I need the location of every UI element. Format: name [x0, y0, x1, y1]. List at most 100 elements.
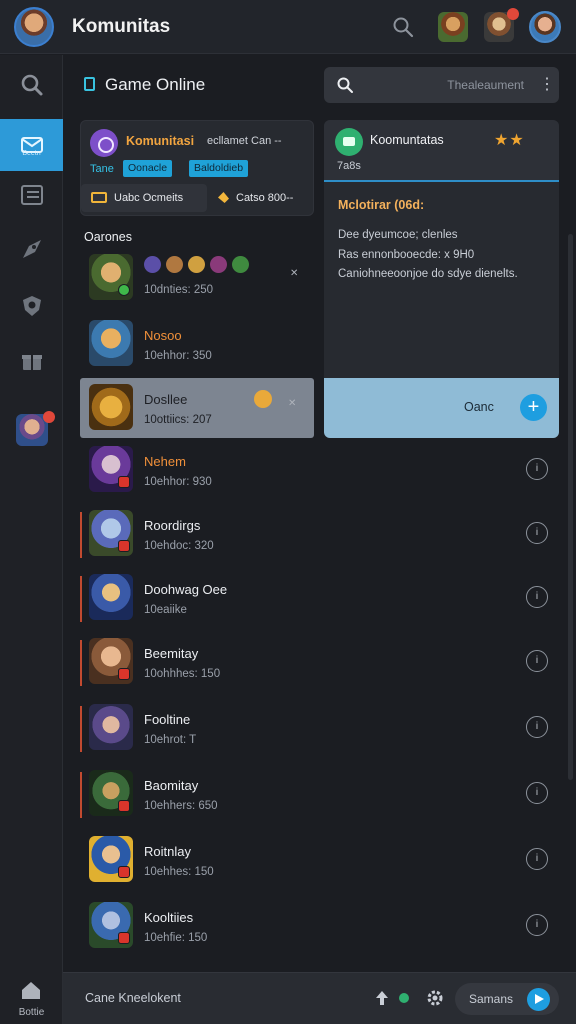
- community-chip-2[interactable]: Baldoldieb: [189, 160, 249, 177]
- game-name: Nehem: [144, 454, 186, 469]
- shield-icon: [22, 296, 41, 316]
- friend-avatar-1[interactable]: [438, 12, 468, 42]
- game-meta: 10dnties: 250: [144, 284, 214, 296]
- notification-badge: [507, 8, 519, 20]
- game-row-selected[interactable]: Dosllee ✕ 10ottiics: 207: [80, 378, 314, 438]
- game-name: Roitnlay: [144, 844, 191, 859]
- more-icon[interactable]: ⋮: [539, 75, 555, 95]
- profile-avatar[interactable]: [14, 7, 54, 47]
- community-button-1-label: Uabc Ocmeits: [114, 192, 184, 204]
- bottom-action-pill[interactable]: Samans: [455, 983, 559, 1015]
- game-name: Roordirgs: [144, 518, 201, 533]
- rail-explore[interactable]: [0, 223, 63, 275]
- status-badge: [118, 476, 130, 488]
- game-meta: 10eaiike: [144, 604, 187, 616]
- expand-icon[interactable]: ✕: [290, 268, 298, 279]
- info-icon[interactable]: i: [526, 458, 548, 480]
- game-thumbnail: [89, 704, 133, 750]
- rocket-icon: [22, 240, 41, 258]
- play-icon[interactable]: [527, 988, 550, 1011]
- detail-panel: Koomuntatas ★★ 7a8s Mclotirar (06d: Dee …: [324, 120, 559, 438]
- rail-guild[interactable]: [0, 280, 63, 332]
- home-icon[interactable]: [20, 979, 42, 1001]
- upload-icon[interactable]: [373, 989, 391, 1007]
- status-badge: [118, 866, 130, 878]
- game-row[interactable]: Fooltine 10ehrot: T i: [80, 698, 560, 758]
- expand-icon[interactable]: ✕: [288, 398, 296, 409]
- coin-icon: [254, 390, 272, 408]
- rail-search[interactable]: [0, 59, 63, 111]
- section-title: Game Online: [105, 75, 206, 94]
- gift-icon: [21, 355, 42, 370]
- search-icon: [21, 74, 42, 96]
- game-meta: 10ehhor: 930: [144, 476, 212, 488]
- online-icon: [399, 993, 409, 1003]
- list-icon: [20, 185, 43, 205]
- game-row[interactable]: Baomitay 10ehhers: 650 i: [80, 764, 560, 824]
- game-name: Baomitay: [144, 778, 199, 793]
- rail-messages[interactable]: [0, 119, 63, 171]
- community-button-1[interactable]: Uabc Ocmeits: [81, 184, 207, 212]
- join-button[interactable]: Oanc +: [324, 378, 559, 438]
- game-name: Kooltiies: [144, 910, 194, 925]
- game-name: Beemitay: [144, 646, 199, 661]
- game-name: Doohwag Oee: [144, 582, 228, 597]
- user-avatar[interactable]: [529, 11, 561, 43]
- game-meta: 10ottiics: 207: [144, 414, 212, 426]
- game-meta: 10ehfie: 150: [144, 932, 208, 944]
- game-row[interactable]: Doohwag Oee 10eaiike i: [80, 568, 560, 628]
- bottom-status-text: Cane Kneelokent: [85, 991, 181, 1005]
- row-accent: [80, 512, 82, 558]
- game-thumbnail: [89, 320, 133, 366]
- gear-icon[interactable]: [426, 989, 444, 1007]
- coin-icon: [218, 192, 229, 203]
- join-button-label: Oanc: [464, 400, 494, 414]
- scrollbar[interactable]: [568, 234, 573, 780]
- detail-line-3: Caniohneeoonjoe do sdye dienelts.: [338, 268, 518, 280]
- detail-title: Koomuntatas: [370, 133, 444, 147]
- friend-icons: [144, 256, 249, 273]
- community-title: Komunitasi: [126, 134, 195, 148]
- game-meta: 10ehhes: 150: [144, 866, 214, 878]
- search-input[interactable]: [364, 75, 524, 95]
- search-icon[interactable]: [392, 16, 414, 38]
- ticket-icon: [91, 192, 107, 203]
- detail-line-2: Ras ennonbooecde: x 9H0: [338, 249, 475, 261]
- community-button-2-label: Catso 800--: [236, 192, 294, 204]
- left-rail: Beetn Bottie: [0, 55, 63, 1024]
- bottom-bar: Cane Kneelokent Samans: [63, 972, 576, 1024]
- bottom-action-label: Samans: [469, 992, 514, 1006]
- game-row[interactable]: Beemitay 10ohhhes: 150 i: [80, 632, 560, 692]
- info-icon[interactable]: i: [526, 586, 548, 608]
- rail-rewards[interactable]: [0, 335, 63, 387]
- detail-header: Koomuntatas ★★ 7a8s: [324, 120, 559, 182]
- rail-active-label: Beetn: [22, 150, 41, 157]
- info-icon[interactable]: i: [526, 522, 548, 544]
- game-icon: [84, 77, 95, 91]
- community-button-2[interactable]: Catso 800--: [214, 184, 314, 212]
- info-icon[interactable]: i: [526, 848, 548, 870]
- info-icon[interactable]: i: [526, 650, 548, 672]
- info-icon[interactable]: i: [526, 716, 548, 738]
- game-meta: 10ehhers: 650: [144, 800, 218, 812]
- game-row[interactable]: Roitnlay 10ehhes: 150 i: [80, 830, 560, 890]
- game-row[interactable]: Nehem 10ehhor: 930 i: [80, 440, 560, 500]
- info-icon[interactable]: i: [526, 782, 548, 804]
- row-accent: [80, 640, 82, 686]
- app-title: Komunitas: [72, 16, 171, 37]
- game-meta: 10ehrot: T: [144, 734, 197, 746]
- info-icon[interactable]: i: [526, 914, 548, 936]
- status-badge: [118, 800, 130, 812]
- game-row[interactable]: Roordirgs 10ehdoc: 320 i: [80, 504, 560, 564]
- rail-list[interactable]: [0, 169, 63, 221]
- status-badge: [118, 932, 130, 944]
- game-thumbnail: [89, 384, 133, 430]
- game-row[interactable]: Kooltiies 10ehfie: 150 i: [80, 896, 560, 956]
- community-card[interactable]: Komunitasi ecllamet Can -- Tane Oonacle …: [80, 120, 314, 216]
- row-accent: [80, 576, 82, 622]
- game-thumbnail: [89, 574, 133, 620]
- game-meta: 10ehdoc: 320: [144, 540, 214, 552]
- plus-icon[interactable]: +: [520, 394, 547, 421]
- game-name: Nosoo: [144, 328, 182, 343]
- community-chip-1[interactable]: Oonacle: [123, 160, 173, 177]
